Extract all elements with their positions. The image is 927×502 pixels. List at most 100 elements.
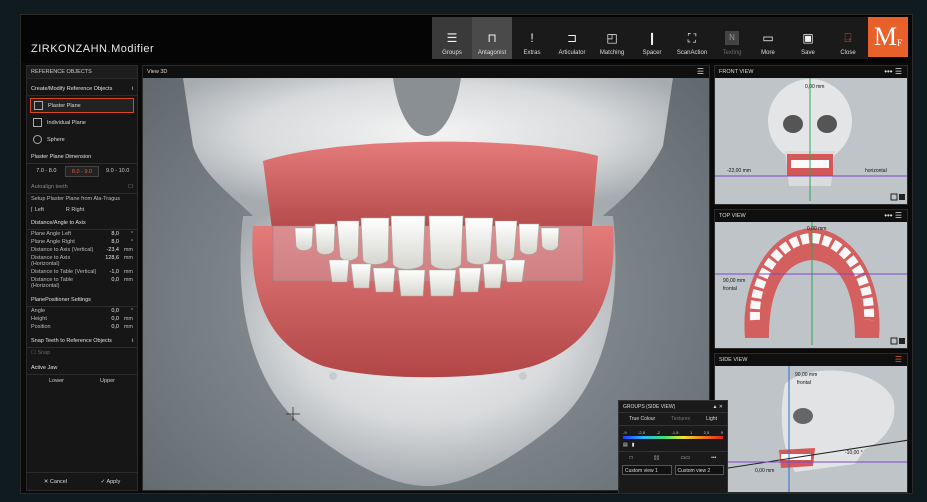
view-3d-title: View 3D [147,69,168,75]
side-view-header: SIDE VIEW ☰ [715,354,907,366]
menu-icon[interactable]: ☰ [895,354,902,366]
articulator-button[interactable]: ⊐ Articulator [552,17,592,59]
right-label: Right [71,207,85,213]
distance-section: Distance/Angle to Axis [27,217,137,230]
spacer-label: Spacer [642,50,662,56]
groups-side-view-popup[interactable]: GROUPS (SIDE VIEW) ▲ ✕ True Colour Textu… [618,400,728,493]
scale-tick: -2 [656,430,661,435]
positioner-label: Angle [31,308,46,314]
exclamation-icon: ! [530,31,534,45]
spacer-button[interactable]: ❙ Spacer [632,17,672,59]
scale-swatch-icon[interactable]: ▮ [632,442,635,448]
tab-light[interactable]: Light [706,416,717,422]
measure-row: Distance to Table (Vertical) -1,0 mm [27,268,137,276]
close-button[interactable]: ⍈ Close [828,17,868,59]
cancel-button[interactable]: ✕ Cancel [44,479,67,485]
snap-button[interactable]: ☐ Snap [27,348,137,358]
more-icon[interactable]: ••• [711,455,716,461]
dimension-option[interactable]: 9.0 - 10.0 [101,166,134,177]
right-button[interactable]: R Right [66,207,84,213]
scale-option-icon[interactable]: ▤ [623,442,628,448]
menu-icon[interactable]: ••• ☰ [884,210,902,222]
foramen-left [329,372,337,380]
custom-view-2[interactable]: Custom view 2 [674,465,724,475]
layout-quad-icon[interactable]: ▭▭ [680,455,689,461]
menu-icon[interactable]: ☰ [697,66,704,78]
collapse-icon[interactable]: ▲ [712,404,717,410]
front-measure-left: -22,00 mm [727,168,751,174]
logo-sub: F [897,38,903,48]
left-button[interactable]: ⌈ Left [31,207,44,213]
measure-label: Plane Angle Left [31,231,72,237]
texting-icon: N [725,31,739,45]
reference-objects-panel: REFERENCE OBJECTS Create/Modify Referenc… [26,65,138,491]
measure-unit: ° [130,231,133,237]
antagonist-button[interactable]: ⊓ Antagonist [472,17,512,59]
dimension-option[interactable]: 7.0 - 8.0 [30,166,63,177]
positioner-row: Angle 0,0 ° [27,307,137,315]
modifier-logo: MF [868,17,908,57]
dimension-options: 7.0 - 8.0 8.0 - 9.0 9.0 - 10.0 [30,166,134,177]
tab-textures[interactable]: Textures [671,416,690,422]
scale-tick: -2,5 [638,430,645,435]
measure-label: Plane Angle Right [31,239,75,245]
checkbox-icon[interactable]: ☐ [128,184,133,190]
measure-value[interactable]: 0,0 [97,277,119,289]
create-section-label: Create/Modify Reference Objects [31,86,113,92]
more-button[interactable]: ▭ More [748,17,788,59]
groups-header: GROUPS (SIDE VIEW) ▲ ✕ [619,401,727,413]
front-axis-label: horizontal [865,168,887,174]
scale-tick: -1,5 [671,430,679,435]
measure-value[interactable]: 8,0 [97,231,119,237]
upper-jaw-button[interactable]: Upper [100,378,115,384]
info-icon: i [131,86,133,92]
autoalign-label: Autoalign teeth [31,184,68,190]
positioner-section-label: PlanePositioner Settings [31,297,91,303]
custom-view-1[interactable]: Custom view 1 [622,465,672,475]
side-measure-top: 90,00 mm [795,372,818,378]
scale-tick: 9 [720,430,723,435]
menu-icon[interactable]: ••• ☰ [884,66,902,78]
view-layouts: □ ▯▯ ▭▭ ••• [619,451,727,461]
jaw-toggle: Lower Upper [31,378,133,384]
scale-tick: -9 [623,430,627,435]
scanaction-label: ScanAction [676,50,708,56]
layout-single-icon[interactable]: □ [630,455,633,461]
groups-button[interactable]: ☰ Groups [432,17,472,59]
side-view-panel[interactable]: SIDE VIEW ☰ 90,00 mm frontal -10,00 ° 0,… [714,353,908,493]
close-icon[interactable]: ✕ [719,404,723,410]
top-view-panel[interactable]: TOP VIEW ••• ☰ 0,00 mm 90,00 mm frontal [714,209,908,349]
measure-value[interactable]: 128,6 [97,255,119,267]
positioner-value[interactable]: 0,0 [97,308,119,314]
top-view-title: TOP VIEW [719,213,746,219]
scanaction-button[interactable]: ⛶ ScanAction [672,17,712,59]
scale-tick: 1 [689,430,693,435]
positioner-value[interactable]: 0,0 [97,316,119,322]
measure-value[interactable]: -1,0 [97,269,119,275]
create-section[interactable]: Create/Modify Reference Objects i [27,83,137,96]
cancel-label: Cancel [49,478,68,485]
measure-value[interactable]: -23,4 [97,247,119,253]
texting-button[interactable]: N Texting [712,17,752,59]
measure-unit: mm [123,269,133,275]
save-button[interactable]: ▣ Save [788,17,828,59]
positioner-value[interactable]: 0,0 [97,324,119,330]
dimension-option-selected[interactable]: 8.0 - 9.0 [64,166,100,177]
extras-button[interactable]: ! Extras [512,17,552,59]
left-label: Left [34,207,44,213]
exit-icon: ⍈ [844,31,852,45]
tab-true-colour[interactable]: True Colour [629,416,655,422]
ref-item-plaster-plane[interactable]: Plaster Plane [30,98,134,113]
front-view-panel[interactable]: FRONT VIEW ••• ☰ 0,00 mm -22,00 mm horiz… [714,65,908,205]
active-jaw-label: Active Jaw [31,365,58,371]
ref-item-individual-plane[interactable]: Individual Plane [30,115,134,130]
active-jaw-section: Active Jaw [27,362,137,375]
snap-section[interactable]: Snap Teeth to Reference Objects i [27,335,137,348]
apply-button[interactable]: ✓ Apply [101,479,121,485]
lower-jaw-button[interactable]: Lower [49,378,64,384]
autoalign-row[interactable]: Autoalign teeth ☐ [27,181,137,194]
layout-split-icon[interactable]: ▯▯ [654,455,660,461]
ref-item-sphere[interactable]: Sphere [30,132,134,147]
matching-button[interactable]: ◰ Matching [592,17,632,59]
measure-value[interactable]: 8,0 [97,239,119,245]
